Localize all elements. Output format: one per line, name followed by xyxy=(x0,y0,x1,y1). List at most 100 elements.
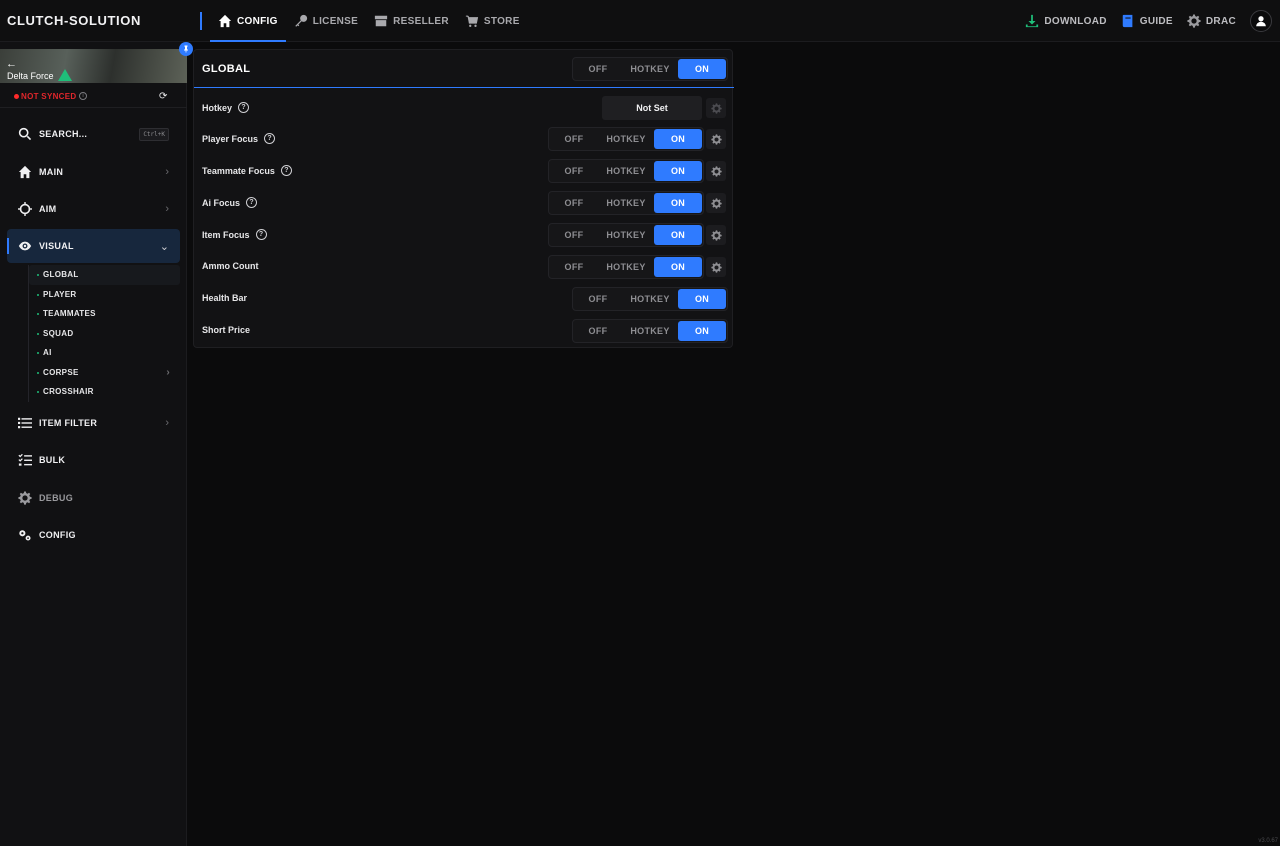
guide-button[interactable]: GUIDE xyxy=(1121,14,1173,28)
nav-reseller[interactable]: RESELLER xyxy=(366,0,457,42)
setting-label-text: Item Focus xyxy=(202,229,250,240)
top-bar: CLUTCH-SOLUTION CONFIG LICENSE RESELLER … xyxy=(0,0,1280,42)
toggle-on[interactable]: ON xyxy=(678,59,726,79)
toggle-off[interactable]: OFF xyxy=(574,59,622,79)
submenu-item-label: CROSSHAIR xyxy=(43,387,94,397)
key-icon xyxy=(295,14,307,27)
sidebar-item-config[interactable]: CONFIG xyxy=(7,518,180,552)
sidebar-item-bulk[interactable]: BULK xyxy=(7,443,180,477)
toggle-on[interactable]: ON xyxy=(678,321,726,341)
setting-row-ai-focus: Ai Focus? OFF HOTKEY ON xyxy=(194,187,734,219)
setting-label-text: Short Price xyxy=(202,325,251,335)
home-icon xyxy=(218,14,232,28)
nav-divider xyxy=(200,12,202,30)
toggle-on[interactable]: ON xyxy=(654,257,702,277)
submenu-item-corpse[interactable]: CORPSE › xyxy=(29,363,180,383)
toggle-hotkey[interactable]: HOTKEY xyxy=(622,59,678,79)
sidebar-item-visual[interactable]: VISUAL ⌄ xyxy=(7,229,180,263)
game-name: Delta Force xyxy=(7,71,54,81)
pin-button[interactable] xyxy=(179,42,193,56)
setting-label-text: Player Focus xyxy=(202,133,259,144)
submenu-item-ai[interactable]: AI xyxy=(29,343,180,363)
settings-gear-button[interactable] xyxy=(706,98,726,118)
toggle-on[interactable]: ON xyxy=(654,225,702,245)
sync-status-row: NOT SYNCED i ⟳ xyxy=(0,86,187,108)
settings-gear-button[interactable] xyxy=(706,129,726,149)
gear-icon xyxy=(710,261,722,273)
settings-gear-button[interactable] xyxy=(706,193,726,213)
help-icon[interactable]: ? xyxy=(264,133,276,144)
gear-icon xyxy=(710,102,722,114)
gear-icon xyxy=(1187,14,1201,28)
settings-gear-button[interactable] xyxy=(706,257,726,277)
guide-label: GUIDE xyxy=(1139,15,1173,27)
submenu-item-crosshair[interactable]: CROSSHAIR xyxy=(29,382,180,402)
toggle-hotkey[interactable]: HOTKEY xyxy=(598,161,654,181)
settings-gear-button[interactable] xyxy=(706,161,726,181)
toggle-hotkey[interactable]: HOTKEY xyxy=(598,193,654,213)
brand-logo: CLUTCH-SOLUTION xyxy=(7,13,141,28)
sidebar-item-main[interactable]: MAIN › xyxy=(7,155,180,189)
hotkey-binding-button[interactable]: Not Set xyxy=(602,96,702,120)
nav-config[interactable]: CONFIG xyxy=(210,0,286,42)
version-label: v3.0.67 xyxy=(1258,838,1278,844)
sidebar-item-aim[interactable]: AIM › xyxy=(7,192,180,226)
help-icon[interactable]: ? xyxy=(246,197,258,208)
setting-label: Short Price xyxy=(202,325,250,335)
sidebar-search[interactable]: SEARCH... Ctrl+K xyxy=(7,117,180,151)
toggle-hotkey[interactable]: HOTKEY xyxy=(622,289,678,309)
sidebar-item-debug[interactable]: DEBUG xyxy=(7,481,180,515)
user-settings-button[interactable]: DRAC xyxy=(1187,14,1236,28)
toggle-off[interactable]: OFF xyxy=(574,321,622,341)
toggle-off[interactable]: OFF xyxy=(550,257,598,277)
submenu-item-label: AI xyxy=(43,348,52,358)
toggle-off[interactable]: OFF xyxy=(574,289,622,309)
toggle-on[interactable]: ON xyxy=(654,129,702,149)
nav-store[interactable]: STORE xyxy=(457,0,528,42)
settings-gear-button[interactable] xyxy=(706,225,726,245)
submenu-item-player[interactable]: PLAYER xyxy=(29,285,180,305)
toggle-off[interactable]: OFF xyxy=(550,129,598,149)
gear-icon xyxy=(710,133,722,145)
toggle-off[interactable]: OFF xyxy=(550,161,598,181)
nav-license[interactable]: LICENSE xyxy=(286,0,366,42)
info-icon[interactable]: i xyxy=(79,92,87,100)
settings-panel: GLOBAL OFF HOTKEY ON Hotkey? Not Set Pla… xyxy=(193,49,734,348)
panel-header: GLOBAL OFF HOTKEY ON xyxy=(194,50,734,88)
toggle-hotkey[interactable]: HOTKEY xyxy=(598,257,654,277)
submenu-item-label: SQUAD xyxy=(43,328,74,338)
nav-reseller-label: RESELLER xyxy=(393,15,449,27)
toggle-off[interactable]: OFF xyxy=(550,225,598,245)
toggle-on[interactable]: ON xyxy=(654,161,702,181)
refresh-icon[interactable]: ⟳ xyxy=(159,91,167,102)
avatar[interactable] xyxy=(1250,10,1272,32)
panel-title: GLOBAL xyxy=(202,63,251,75)
toggle-on[interactable]: ON xyxy=(654,193,702,213)
toggle-on[interactable]: ON xyxy=(678,289,726,309)
submenu-item-squad[interactable]: SQUAD xyxy=(29,324,180,344)
toggle-off[interactable]: OFF xyxy=(550,193,598,213)
setting-row-teammate-focus: Teammate Focus? OFF HOTKEY ON xyxy=(194,155,734,187)
help-icon[interactable]: ? xyxy=(255,229,267,240)
toggle-hotkey[interactable]: HOTKEY xyxy=(598,225,654,245)
game-card[interactable]: ← Delta Force xyxy=(0,49,187,83)
sidebar-item-item-filter[interactable]: ITEM FILTER › xyxy=(7,406,180,440)
setting-row-player-focus: Player Focus? OFF HOTKEY ON xyxy=(194,123,734,155)
download-button[interactable]: DOWNLOAD xyxy=(1025,14,1106,28)
help-icon[interactable]: ? xyxy=(280,165,292,176)
submenu-item-label: CORPSE xyxy=(43,367,79,377)
help-icon[interactable]: ? xyxy=(238,102,250,113)
sync-status-dot xyxy=(14,94,19,99)
setting-label-text: Ai Focus xyxy=(202,197,241,208)
setting-row-short-price: Short Price OFF HOTKEY ON xyxy=(194,315,734,347)
setting-label: Hotkey? xyxy=(202,102,250,113)
submenu-item-teammates[interactable]: TEAMMATES xyxy=(29,304,180,324)
back-arrow-icon[interactable]: ← xyxy=(6,58,17,70)
setting-row-item-focus: Item Focus? OFF HOTKEY ON xyxy=(194,219,734,251)
toggle-hotkey[interactable]: HOTKEY xyxy=(622,321,678,341)
tri-state-toggle: OFF HOTKEY ON xyxy=(572,287,728,311)
submenu-item-label: PLAYER xyxy=(43,289,77,299)
toggle-hotkey[interactable]: HOTKEY xyxy=(598,129,654,149)
submenu-item-global[interactable]: GLOBAL xyxy=(29,265,180,285)
nav-store-label: STORE xyxy=(483,15,520,27)
